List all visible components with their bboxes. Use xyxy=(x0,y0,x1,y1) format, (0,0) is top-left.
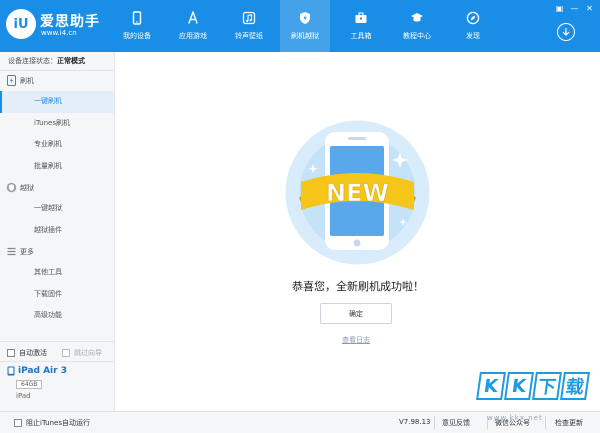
section-more: 更多 xyxy=(0,241,114,262)
sidebar-item-itunes-flash[interactable]: iTunes刷机 xyxy=(0,113,114,135)
sidebar-item-one-click-jailbreak[interactable]: 一键越狱 xyxy=(0,198,114,220)
version-label: V7.98.13 xyxy=(399,418,431,426)
device-type: iPad xyxy=(16,392,31,400)
nav-my-device[interactable]: 我的设备 xyxy=(112,0,162,52)
success-message: 恭喜您，全新刷机成功啦！ xyxy=(292,280,424,293)
sidebar: 设备连接状态：正常模式 刷机 一键刷机 iTunes刷机 专业刷机 批量刷机 越… xyxy=(0,52,115,411)
connection-status: 设备连接状态：正常模式 xyxy=(0,52,114,70)
watermark-char: 下 xyxy=(532,372,562,400)
nav-discover[interactable]: 发现 xyxy=(448,0,498,52)
section-title: 刷机 xyxy=(20,76,34,85)
device-name: iPad Air 3 xyxy=(18,366,67,376)
brand-name: 爱思助手 xyxy=(40,14,100,30)
connection-status-label: 设备连接状态： xyxy=(8,57,57,65)
music-icon xyxy=(242,11,256,25)
skip-guide-checkbox[interactable]: 跳过向导 xyxy=(62,348,102,358)
toolbox-icon xyxy=(355,12,367,23)
nav-label: 教程中心 xyxy=(403,32,431,40)
nav-label: 工具箱 xyxy=(350,32,372,40)
nav-label: 刷机越狱 xyxy=(291,32,319,40)
main-nav: 我的设备 应用游戏 铃声壁纸 刷机越狱 工具箱 教程中心 发现 xyxy=(112,0,504,52)
nav-label: 发现 xyxy=(466,32,480,40)
sidebar-item-download-firmware[interactable]: 下载固件 xyxy=(0,284,114,306)
watermark-char: K xyxy=(504,372,534,400)
sidebar-item-one-click-flash[interactable]: 一键刷机 xyxy=(0,91,114,113)
window-controls: ▣ — ✕ xyxy=(555,4,594,13)
nav-apps-games[interactable]: 应用游戏 xyxy=(168,0,218,52)
sidebar-item-batch-flash[interactable]: 批量刷机 xyxy=(0,156,114,178)
nav-label: 我的设备 xyxy=(123,32,151,40)
watermark-url: www.kkx.net xyxy=(487,414,543,422)
checkbox-box[interactable] xyxy=(7,349,15,357)
jailbreak-icon xyxy=(6,182,17,193)
sidebar-item-other-tools[interactable]: 其他工具 xyxy=(0,262,114,284)
view-log-link[interactable]: 查看日志 xyxy=(116,335,596,345)
nav-label: 应用游戏 xyxy=(179,32,207,40)
app-store-icon xyxy=(188,11,198,24)
section-jailbreak: 越狱 xyxy=(0,177,114,198)
brand-url: www.i4.cn xyxy=(41,29,77,37)
device-name-row: iPad Air 3 xyxy=(7,366,67,376)
minimize-button[interactable]: — xyxy=(570,4,579,13)
connection-status-value: 正常模式 xyxy=(57,57,85,65)
block-itunes-checkbox[interactable]: 阻止iTunes自动运行 xyxy=(14,418,90,428)
new-badge-text: NEW xyxy=(326,179,389,207)
top-bar: iU 爱思助手 www.i4.cn 我的设备 应用游戏 铃声壁纸 刷机越狱 工具… xyxy=(0,0,600,52)
flash-icon xyxy=(7,75,16,86)
main-content: NEW 恭喜您，全新刷机成功啦！ 确定 查看日志 xyxy=(116,52,600,411)
more-icon xyxy=(7,247,16,256)
check-update-link[interactable]: 检查更新 xyxy=(555,418,583,428)
logo-icon: iU xyxy=(6,9,36,39)
confirm-button[interactable]: 确定 xyxy=(320,303,392,324)
divider xyxy=(0,361,115,362)
close-button[interactable]: ✕ xyxy=(585,4,594,13)
nav-flash-jailbreak[interactable]: 刷机越狱 xyxy=(280,0,330,52)
divider xyxy=(545,416,546,429)
watermark-char: 载 xyxy=(560,372,590,400)
auto-activate-checkbox[interactable]: 自动激活 xyxy=(7,348,47,358)
checkbox-box[interactable] xyxy=(14,419,22,427)
nav-tutorial-center[interactable]: 教程中心 xyxy=(392,0,442,52)
feedback-link[interactable]: 意见反馈 xyxy=(442,418,470,428)
sidebar-item-advanced[interactable]: 高级功能 xyxy=(0,305,114,327)
section-title: 更多 xyxy=(20,247,34,256)
phone-icon xyxy=(132,11,142,25)
download-icon xyxy=(562,28,570,36)
divider xyxy=(0,341,115,342)
sidebar-item-pro-flash[interactable]: 专业刷机 xyxy=(0,134,114,156)
device-capacity: 64GB xyxy=(16,380,43,389)
checkbox-label: 自动激活 xyxy=(19,349,47,357)
shield-icon xyxy=(300,12,310,24)
section-title: 越狱 xyxy=(20,183,34,192)
graduation-cap-icon xyxy=(411,13,423,22)
nav-label: 铃声壁纸 xyxy=(235,32,263,40)
device-info[interactable]: iPad Air 3 64GB iPad xyxy=(7,366,67,400)
tablet-icon xyxy=(7,366,15,376)
watermark-logo: K K 下 载 xyxy=(476,372,590,400)
nav-ringtones-wallpapers[interactable]: 铃声壁纸 xyxy=(224,0,274,52)
compass-icon xyxy=(466,11,480,25)
checkbox-label: 阻止iTunes自动运行 xyxy=(26,419,90,427)
checkbox-box[interactable] xyxy=(62,349,70,357)
download-button[interactable] xyxy=(557,23,575,41)
nav-toolbox[interactable]: 工具箱 xyxy=(336,0,386,52)
flash-success-illustration: NEW xyxy=(285,120,430,265)
watermark-char: K xyxy=(476,372,506,400)
checkbox-label: 跳过向导 xyxy=(74,349,102,357)
section-flash: 刷机 xyxy=(0,70,114,91)
maximize-button[interactable]: ▣ xyxy=(555,4,564,13)
divider xyxy=(434,416,435,429)
sidebar-item-jailbreak-plugins[interactable]: 越狱插件 xyxy=(0,220,114,242)
